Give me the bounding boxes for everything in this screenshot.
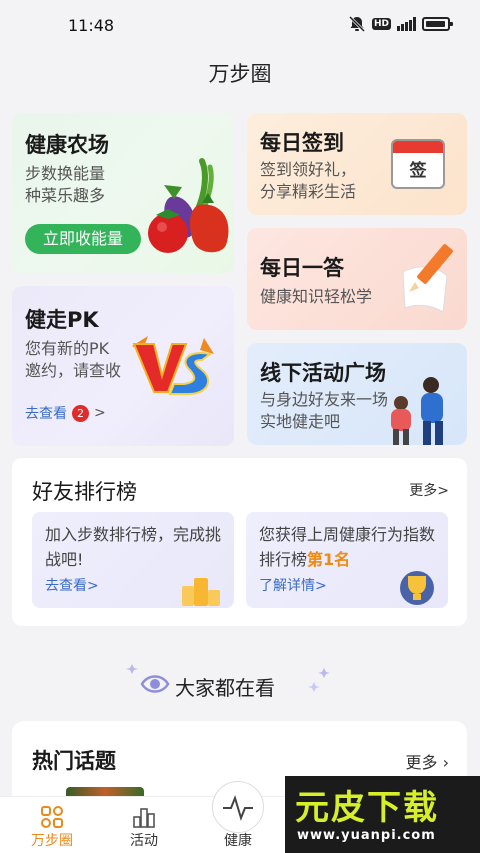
signal-icon <box>397 17 416 31</box>
ranking-more-link[interactable]: 更多> <box>409 480 449 500</box>
tab-label-wanbuquan: 万步圈 <box>31 833 73 849</box>
grid-icon <box>41 806 63 828</box>
step-ranking-link[interactable]: 去查看> <box>45 575 99 595</box>
pencil-paper-icon <box>402 244 453 313</box>
watermark-url: www.yuanpi.com <box>297 828 436 843</box>
everyone-watching-header: 大家都在看 <box>0 664 480 704</box>
collect-energy-button[interactable]: 立即收能量 <box>25 224 141 254</box>
walk-pk-card[interactable]: 健走PK 您有新的PK 邀约，请查收 去查看 2 > <box>12 286 234 446</box>
topics-title: 热门话题 <box>32 749 116 773</box>
pk-count-badge: 2 <box>72 404 89 422</box>
ranking-title: 好友排行榜 <box>32 480 137 504</box>
topics-more-label: 更多 <box>405 753 438 772</box>
friend-ranking-card: 好友排行榜 更多> 加入步数排行榜，完成挑战吧! 去查看> 您获得上周健康行为指… <box>12 458 467 626</box>
status-icons: HD <box>348 15 453 33</box>
site-watermark: 元皮下载 www.yuanpi.com <box>285 776 480 853</box>
runners-icon <box>391 377 443 445</box>
tab-activity[interactable]: 活动 <box>96 797 192 853</box>
vs-icon <box>132 336 214 395</box>
offline-activity-card[interactable]: 线下活动广场 与身边好友来一场 实地健走吧 <box>247 343 467 445</box>
chart-icon <box>133 808 155 828</box>
daily-answer-card[interactable]: 每日一答 健康知识轻松学 <box>247 228 467 330</box>
tab-label-health: 健康 <box>224 833 252 849</box>
health-index-link[interactable]: 了解详情> <box>259 575 327 595</box>
sparkle-icon <box>308 668 330 692</box>
podium-icon <box>182 578 220 606</box>
step-ranking-text: 加入步数排行榜，完成挑战吧! <box>45 525 222 569</box>
pk-link-label: 去查看 <box>25 406 67 422</box>
mute-bell-icon <box>348 15 366 33</box>
answer-title: 每日一答 <box>260 256 344 280</box>
watermark-title: 元皮下载 <box>295 788 439 828</box>
status-bar: 11:48 HD <box>0 0 480 52</box>
pk-link-arrow: > <box>94 405 106 421</box>
tab-wanbuquan[interactable]: 万步圈 <box>4 797 100 853</box>
pk-subtitle: 您有新的PK 邀约，请查收 <box>25 339 122 380</box>
farm-title: 健康农场 <box>25 133 109 157</box>
calendar-icon: 签 <box>391 139 445 189</box>
daily-signin-card[interactable]: 每日签到 签到领好礼， 分享精彩生活 签 <box>247 113 467 215</box>
pulse-icon <box>212 781 264 833</box>
topics-more-link[interactable]: 更多 › <box>405 749 449 773</box>
calendar-label: 签 <box>409 161 427 181</box>
hd-icon: HD <box>371 18 391 30</box>
answer-subtitle: 健康知识轻松学 <box>260 287 373 306</box>
offline-title: 线下活动广场 <box>260 361 386 385</box>
everyone-title: 大家都在看 <box>175 676 275 700</box>
health-farm-card[interactable]: 健康农场 步数换能量 种菜乐趣多 立即收能量 <box>12 113 234 273</box>
vegetables-icon <box>148 158 229 253</box>
trophy-icon <box>400 571 434 605</box>
rank-highlight: 第1名 <box>307 550 351 569</box>
battery-icon <box>422 17 453 31</box>
health-index-text: 您获得上周健康行为指数排行榜第1名 <box>259 522 439 572</box>
health-index-card[interactable]: 您获得上周健康行为指数排行榜第1名 了解详情> <box>246 512 448 608</box>
signin-title: 每日签到 <box>260 131 344 155</box>
signin-subtitle: 签到领好礼， 分享精彩生活 <box>260 160 357 201</box>
status-time: 11:48 <box>68 16 115 35</box>
chevron-right-icon: › <box>442 753 449 772</box>
pk-view-link[interactable]: 去查看 2 > <box>25 403 106 423</box>
tab-label-activity: 活动 <box>130 833 158 849</box>
pk-title: 健走PK <box>25 308 99 332</box>
farm-subtitle: 步数换能量 种菜乐趣多 <box>25 164 106 205</box>
tab-health[interactable]: 健康 <box>190 781 286 853</box>
page-title: 万步圈 <box>208 62 272 86</box>
offline-subtitle: 与身边好友来一场 实地健走吧 <box>260 390 389 431</box>
step-ranking-card[interactable]: 加入步数排行榜，完成挑战吧! 去查看> <box>32 512 234 608</box>
